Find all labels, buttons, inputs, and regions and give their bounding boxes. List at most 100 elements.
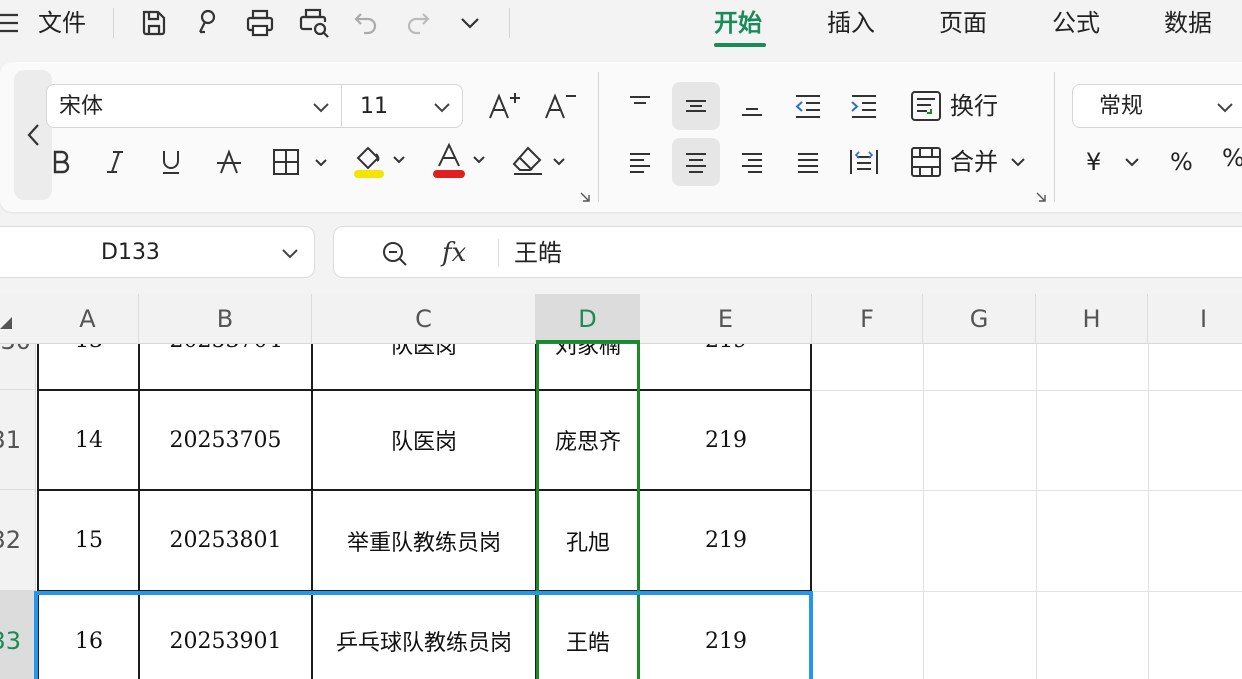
zoom-formula-icon[interactable]: [380, 239, 410, 273]
cell-c30[interactable]: 队医岗: [312, 344, 536, 390]
column-header-g[interactable]: G: [923, 294, 1036, 344]
redo-icon[interactable]: [400, 5, 436, 41]
font-size-select[interactable]: 11: [341, 84, 463, 128]
column-header-f[interactable]: F: [812, 294, 923, 344]
align-center-icon[interactable]: [672, 138, 720, 186]
table-border: [37, 489, 812, 491]
cell-c32[interactable]: 举重队教练员岗: [312, 490, 536, 591]
cell-a31[interactable]: 14: [39, 390, 139, 490]
row-number: 33: [0, 627, 21, 655]
column-header-i[interactable]: I: [1148, 294, 1242, 344]
gridline: [1036, 344, 1037, 679]
gridline: [923, 344, 924, 679]
increase-font-size-icon[interactable]: [484, 88, 524, 124]
cell-reference: D133: [101, 240, 160, 265]
hamburger-menu-icon[interactable]: [0, 8, 22, 38]
column-header-a[interactable]: A: [37, 294, 139, 344]
distributed-align-icon[interactable]: [842, 140, 886, 184]
cell-text: 219: [705, 344, 747, 353]
cell-e31[interactable]: 219: [640, 390, 812, 490]
column-header-e[interactable]: E: [640, 294, 812, 344]
chevron-down-icon[interactable]: [452, 5, 488, 41]
name-box[interactable]: D133: [0, 226, 315, 278]
insert-function-icon[interactable]: fx: [442, 227, 466, 279]
currency-format-button[interactable]: ¥: [1086, 144, 1101, 180]
decrease-font-size-icon[interactable]: [540, 88, 580, 124]
row-header-32[interactable]: 32: [0, 490, 36, 591]
tab-formula[interactable]: 公式: [1052, 6, 1100, 40]
wrap-text-label[interactable]: 换行: [950, 88, 998, 124]
cell-a30[interactable]: 13: [39, 344, 139, 390]
divider: [498, 239, 499, 267]
column-header-h[interactable]: H: [1036, 294, 1148, 344]
decrease-indent-icon[interactable]: [786, 84, 830, 128]
italic-icon[interactable]: [100, 144, 130, 180]
table-border: [37, 389, 812, 391]
strikethrough-icon[interactable]: [212, 144, 246, 180]
cell-text: 13: [75, 344, 103, 353]
chevron-down-icon[interactable]: [1008, 152, 1028, 172]
cell-b32[interactable]: 20253801: [139, 490, 312, 591]
cell-e30[interactable]: 219: [640, 344, 812, 390]
chevron-down-icon: [311, 97, 331, 121]
align-left-icon[interactable]: [620, 140, 660, 184]
underline-icon[interactable]: [156, 144, 186, 180]
justify-icon[interactable]: [786, 140, 830, 184]
merge-cells-icon[interactable]: [906, 142, 946, 182]
align-middle-icon[interactable]: [672, 82, 720, 130]
divider: [1054, 72, 1055, 202]
tab-page[interactable]: 页面: [939, 6, 987, 40]
align-bottom-icon[interactable]: [732, 84, 772, 128]
tab-data[interactable]: 数据: [1164, 6, 1212, 40]
alignment-dialog-launcher-icon[interactable]: [1034, 190, 1048, 204]
select-all-corner[interactable]: [0, 314, 12, 333]
column-header-b[interactable]: B: [139, 294, 312, 344]
chevron-down-icon[interactable]: [280, 243, 300, 267]
align-top-icon[interactable]: [620, 84, 660, 128]
increase-indent-icon[interactable]: [842, 84, 886, 128]
formula-bar[interactable]: fx 王皓: [333, 226, 1242, 278]
formula-content[interactable]: 王皓: [514, 227, 562, 279]
align-right-icon[interactable]: [732, 140, 772, 184]
font-color-icon[interactable]: [430, 140, 490, 182]
save-icon[interactable]: [136, 5, 172, 41]
cell-c31[interactable]: 队医岗: [312, 390, 536, 490]
number-format-value: 常规: [1099, 94, 1144, 119]
row-header-33[interactable]: 33: [0, 591, 36, 679]
cell-b31[interactable]: 20253705: [139, 390, 312, 490]
column-header-row: A B C D E F G H I: [0, 294, 1242, 344]
tab-home[interactable]: 开始: [714, 6, 762, 40]
column-header-d[interactable]: D: [536, 294, 640, 344]
comma-style-icon[interactable]: ‰: [1222, 140, 1242, 176]
merge-cells-label[interactable]: 合并: [950, 144, 998, 180]
font-name-select[interactable]: 宋体: [46, 84, 342, 128]
row-number: 30: [0, 344, 31, 356]
chevron-down-icon: [432, 97, 452, 121]
font-dialog-launcher-icon[interactable]: [578, 190, 592, 204]
menu-bar: 文件 开始 插入 页面 公式 数据: [0, 0, 1242, 48]
borders-icon[interactable]: [268, 144, 332, 180]
divider: [509, 8, 510, 38]
number-format-select[interactable]: 常规: [1072, 84, 1242, 128]
clear-format-icon[interactable]: [510, 142, 570, 182]
percent-format-button[interactable]: %: [1170, 144, 1193, 180]
fill-color-icon[interactable]: [350, 140, 410, 182]
bold-icon[interactable]: [46, 144, 76, 180]
cell-b30[interactable]: 20253704: [139, 344, 312, 390]
print-icon[interactable]: [242, 5, 278, 41]
tab-insert[interactable]: 插入: [827, 6, 875, 40]
gridline: [1148, 344, 1149, 679]
row-header-31[interactable]: 31: [0, 390, 36, 490]
print-preview-icon[interactable]: [296, 5, 332, 41]
row-number: 31: [0, 426, 21, 454]
share-icon[interactable]: [190, 5, 226, 41]
undo-icon[interactable]: [348, 5, 384, 41]
font-size-value: 11: [360, 94, 388, 119]
file-menu[interactable]: 文件: [38, 6, 86, 40]
column-header-c[interactable]: C: [312, 294, 536, 344]
wrap-text-icon[interactable]: [906, 86, 946, 126]
cell-a32[interactable]: 15: [39, 490, 139, 591]
row-header-30[interactable]: 30: [0, 344, 36, 390]
cell-e32[interactable]: 219: [640, 490, 812, 591]
chevron-down-icon[interactable]: [1122, 152, 1142, 172]
